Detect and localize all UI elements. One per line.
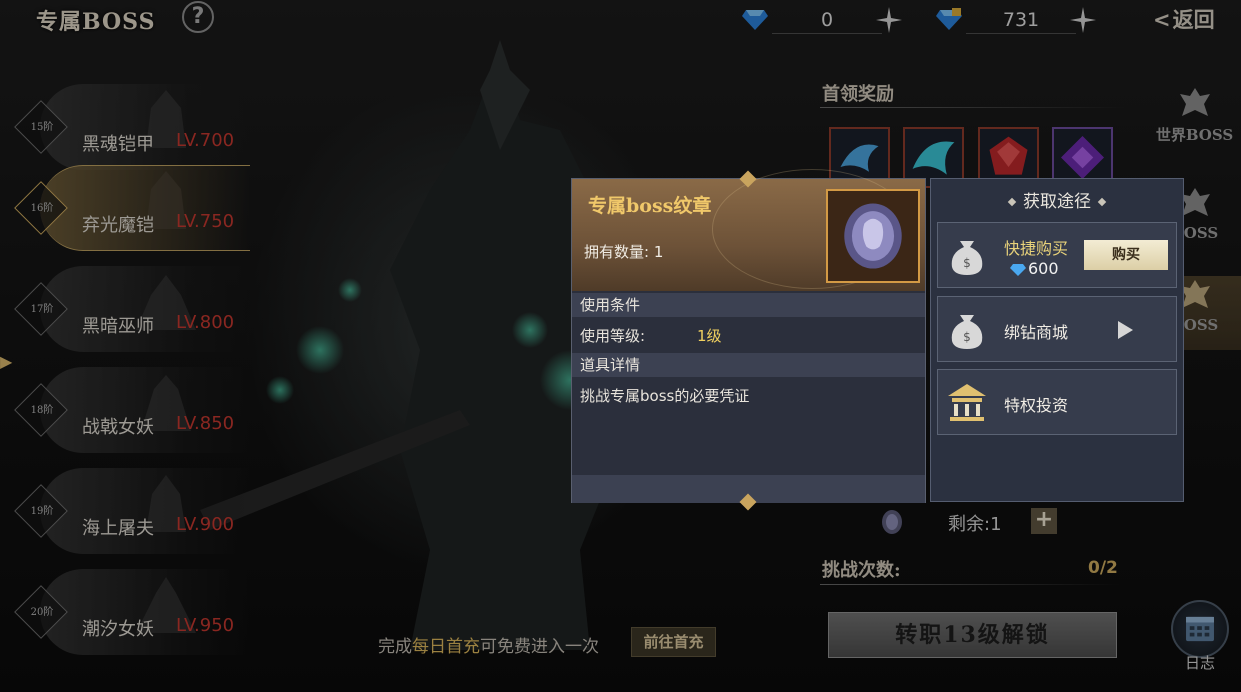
bound-shop-label: 绑钻商城 (1004, 323, 1069, 342)
quick-buy-label: 快捷购买 (1004, 239, 1069, 258)
acquire-title: 获取途径 (931, 187, 1183, 212)
acquire-panel: 获取途径 $ 快捷购买 600 购买 $ 绑钻商城 特权投资 (930, 178, 1184, 502)
svg-text:$: $ (963, 256, 971, 270)
use-level-row: 使用等级: 1级 (580, 325, 722, 346)
temple-icon (948, 384, 986, 421)
svg-text:$: $ (963, 330, 971, 344)
tooltip-header: 专属boss纹章 拥有数量: 1 (572, 169, 925, 291)
quick-buy-price: 600 (1010, 259, 1059, 278)
buy-button[interactable]: 购买 (1084, 240, 1168, 270)
section-item-detail: 道具详情 (572, 353, 925, 377)
acquire-bound-shop[interactable]: $ 绑钻商城 (937, 296, 1177, 362)
diamond-icon (1010, 263, 1026, 276)
item-name: 专属boss纹章 (588, 195, 712, 217)
money-bag-icon: $ (951, 241, 983, 275)
section-use-conditions: 使用条件 (572, 293, 925, 317)
use-level-label: 使用等级: (580, 327, 646, 345)
lion-emblem-icon (844, 203, 902, 269)
item-icon-frame (826, 189, 920, 283)
acquire-privilege-invest[interactable]: 特权投资 (937, 369, 1177, 435)
acquire-quick-buy[interactable]: $ 快捷购买 600 购买 (937, 222, 1177, 288)
privilege-label: 特权投资 (1004, 396, 1069, 415)
acquire-title-text: 获取途径 (1023, 192, 1091, 212)
item-description: 挑战专属boss的必要凭证 (580, 387, 750, 405)
item-tooltip: 专属boss纹章 拥有数量: 1 使用条件 使用等级: 1级 道具详情 挑战专属b… (571, 169, 926, 511)
price-value: 600 (1028, 259, 1059, 278)
use-level-value: 1级 (697, 327, 722, 345)
money-bag-icon: $ (951, 315, 983, 349)
item-owned-count: 拥有数量: 1 (584, 243, 664, 261)
play-arrow-icon[interactable] (1118, 321, 1133, 339)
